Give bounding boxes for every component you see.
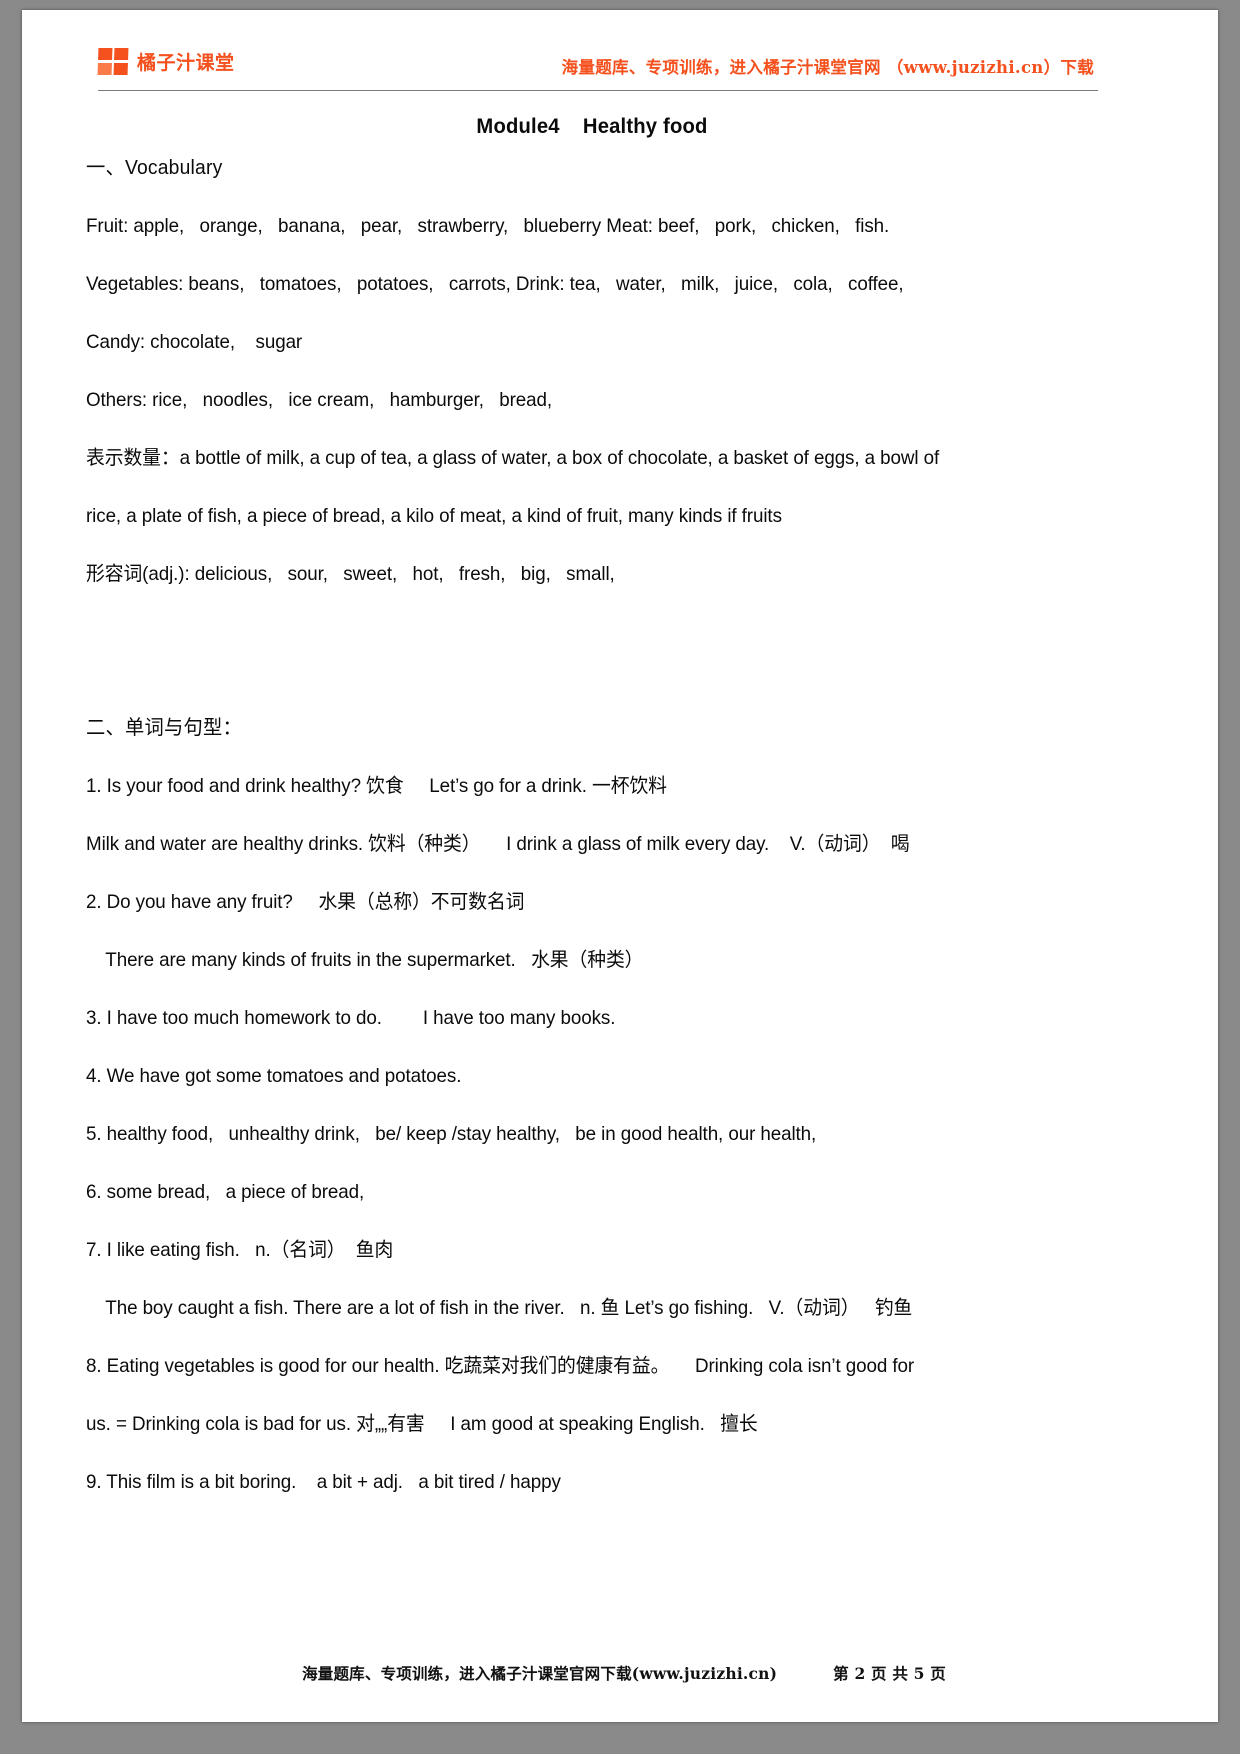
section-words-and-patterns: 二、单词与句型： 1. Is your food and drink healt… <box>86 699 1098 1511</box>
page-footer: 海量题库、专项训练，进入橘子汁课堂官网下载(www.juzizhi.cn) 第 … <box>86 1662 1162 1684</box>
pattern-line: Milk and water are healthy drinks. 饮料（种类… <box>86 833 910 855</box>
pattern-line: There are many kinds of fruits in the su… <box>105 949 644 971</box>
pattern-line: 2. Do you have any fruit? 水果（总称）不可数名词 <box>86 891 525 913</box>
header-promo-text: 海量题库、专项训练，进入橘子汁课堂官网 （www.juzizhi.cn）下载 <box>561 58 1094 77</box>
pattern-line: 9. This film is a bit boring. a bit + ad… <box>86 1471 561 1493</box>
footer-note: 海量题库、专项训练，进入橘子汁课堂官网下载(www.juzizhi.cn) <box>302 1664 778 1683</box>
pattern-line: 5. healthy food, unhealthy drink, be/ ke… <box>86 1123 817 1145</box>
words-and-patterns-lines: 1. Is your food and drink healthy? 饮食 Le… <box>86 757 1098 1511</box>
brand-logo: 橘子汁课堂 <box>97 48 235 75</box>
vocabulary-line: 形容词(adj.): delicious, sour, sweet, hot, … <box>86 563 615 585</box>
document-body: Module4 Healthy food 一、Vocabulary Fruit:… <box>86 114 1098 1511</box>
vocabulary-line: Candy: chocolate, sugar <box>86 331 303 353</box>
vocabulary-lines: Fruit: apple, orange, banana, pear, stra… <box>86 197 1098 603</box>
section-heading-vocabulary: 一、Vocabulary <box>86 157 223 179</box>
pattern-line: us. = Drinking cola is bad for us. 对„„有害… <box>86 1413 758 1435</box>
pattern-line: 1. Is your food and drink healthy? 饮食 Le… <box>86 775 667 797</box>
page-inner: 橘子汁课堂 海量题库、专项训练，进入橘子汁课堂官网 （www.juzizhi.c… <box>86 28 1098 1511</box>
vocabulary-line: Others: rice, noodles, ice cream, hambur… <box>86 389 553 411</box>
pattern-line: 6. some bread, a piece of bread, <box>86 1181 365 1203</box>
section-vocabulary: 一、Vocabulary Fruit: apple, orange, banan… <box>86 139 1098 603</box>
pattern-line: 7. I like eating fish. n.（名词） 鱼肉 <box>86 1239 394 1261</box>
page-header: 橘子汁课堂 海量题库、专项训练，进入橘子汁课堂官网 （www.juzizhi.c… <box>86 28 1098 91</box>
pattern-line: 8. Eating vegetables is good for our hea… <box>86 1355 915 1377</box>
pattern-line: The boy caught a fish. There are a lot o… <box>105 1297 913 1319</box>
document-page: 橘子汁课堂 海量题库、专项训练，进入橘子汁课堂官网 （www.juzizhi.c… <box>22 10 1218 1722</box>
brand-name: 橘子汁课堂 <box>137 52 235 74</box>
vocabulary-line: Vegetables: beans, tomatoes, potatoes, c… <box>86 273 904 295</box>
page-title: Module4 Healthy food <box>476 114 708 138</box>
header-divider <box>98 90 1098 91</box>
pattern-line: 3. I have too much homework to do. I hav… <box>86 1007 616 1029</box>
vocabulary-line: rice, a plate of fish, a piece of bread,… <box>86 505 782 527</box>
pattern-line: 4. We have got some tomatoes and potatoe… <box>86 1065 462 1087</box>
section-heading-words-and-patterns: 二、单词与句型： <box>86 717 242 739</box>
vocabulary-line: 表示数量：a bottle of milk, a cup of tea, a g… <box>86 447 940 469</box>
four-square-grid-icon <box>97 48 129 75</box>
vocabulary-line: Fruit: apple, orange, banana, pear, stra… <box>86 215 890 237</box>
footer-page-number: 第 2 页 共 5 页 <box>833 1664 946 1683</box>
